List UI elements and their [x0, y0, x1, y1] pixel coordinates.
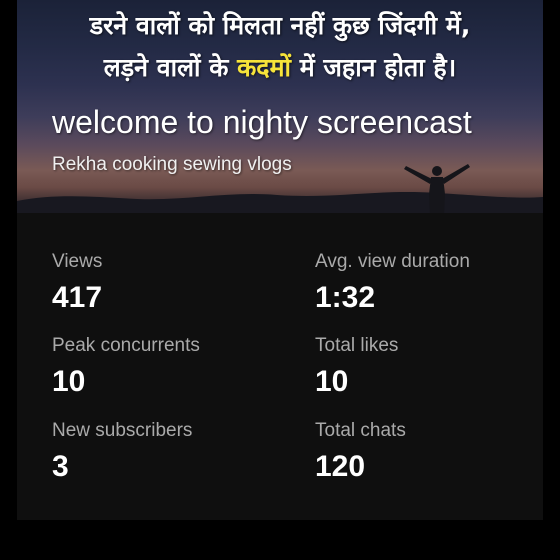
quote-line-2-end: में जहान होता है।	[291, 53, 457, 82]
quote-line-2-start: लड़ने वालों के	[103, 53, 238, 82]
stat-total-likes: Total likes 10	[315, 335, 543, 399]
stat-value: 3	[52, 450, 69, 483]
quote-highlight: कदमों	[237, 53, 292, 82]
stream-title: welcome to nighty screencast	[52, 104, 472, 140]
stat-value: 417	[52, 281, 103, 314]
stat-new-subscribers: New subscribers 3	[52, 420, 292, 484]
stat-label: Views	[52, 251, 103, 272]
stat-value: 10	[52, 365, 86, 398]
stream-summary-card: डरने वालों को मिलता नहीं कुछ जिंदगी में,…	[17, 0, 543, 520]
stat-label: Avg. view duration	[315, 251, 470, 272]
stat-label: Total likes	[315, 335, 399, 356]
stat-views: Views 417	[52, 251, 292, 315]
quote-line-2: लड़ने वालों के कदमों में जहान होता है।	[17, 50, 543, 84]
stat-value: 120	[315, 450, 366, 483]
stream-thumbnail[interactable]: डरने वालों को मिलता नहीं कुछ जिंदगी में,…	[17, 0, 543, 213]
person-silhouette-icon	[404, 164, 470, 213]
stat-label: Peak concurrents	[52, 335, 200, 356]
stat-value: 10	[315, 365, 349, 398]
stats-panel: Views 417 Avg. view duration 1:32 Peak c…	[17, 213, 543, 520]
stat-label: New subscribers	[52, 420, 193, 441]
quote-line-1: डरने वालों को मिलता नहीं कुछ जिंदगी में,	[89, 11, 471, 40]
stat-value: 1:32	[315, 281, 376, 314]
stat-total-chats: Total chats 120	[315, 420, 543, 484]
stat-avg-view-duration: Avg. view duration 1:32	[315, 251, 543, 315]
stat-label: Total chats	[315, 420, 406, 441]
stream-summary-screen: डरने वालों को मिलता नहीं कुछ जिंदगी में,…	[0, 0, 560, 560]
stat-peak-concurrents: Peak concurrents 10	[52, 335, 292, 399]
channel-name: Rekha cooking sewing vlogs	[52, 154, 292, 175]
